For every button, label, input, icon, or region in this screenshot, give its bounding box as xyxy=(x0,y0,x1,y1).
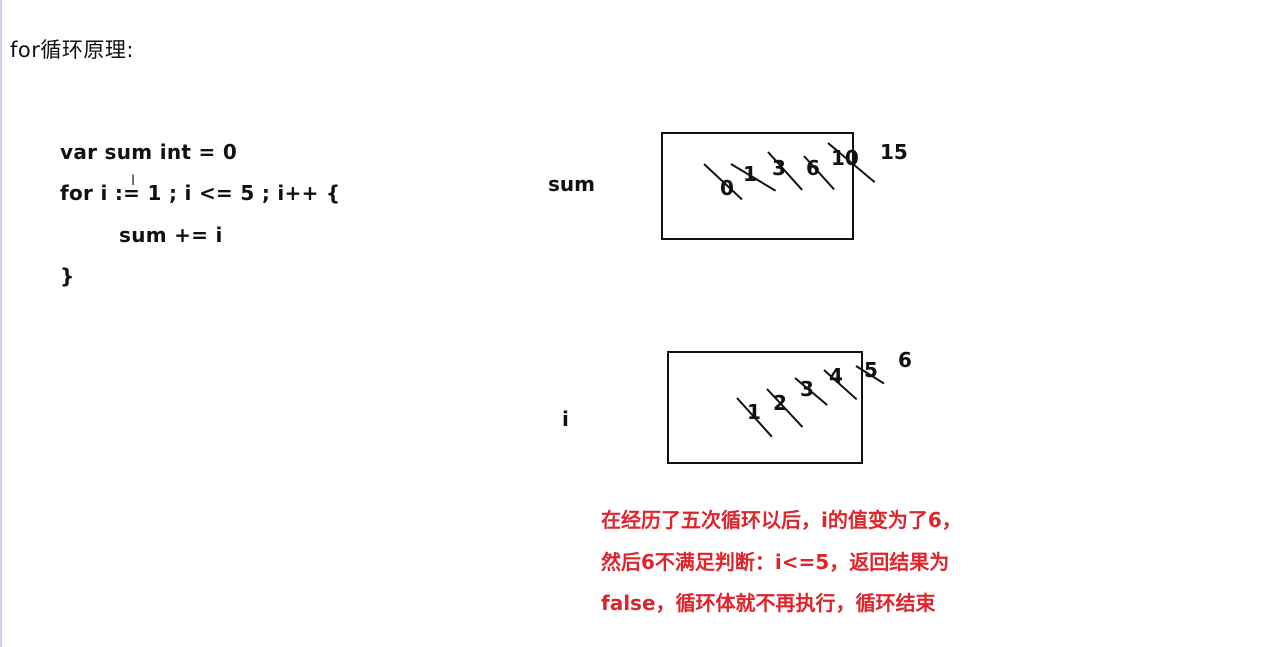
code-line-close-brace: } xyxy=(60,264,75,288)
sum-memory-box xyxy=(661,132,854,240)
explanation-line-1: 在经历了五次循环以后，i的值变为了6， xyxy=(601,508,962,532)
sum-final-value: 15 xyxy=(880,140,908,164)
page-title: for循环原理: xyxy=(10,38,134,62)
i-variable-label: i xyxy=(562,407,569,431)
code-line-body: sum += i xyxy=(119,223,223,247)
text-cursor-icon: I xyxy=(131,173,136,189)
code-line-declaration: var sum int = 0 xyxy=(60,140,238,164)
i-final-value: 6 xyxy=(898,348,912,372)
explanation-line-3: false，循环体就不再执行，循环结束 xyxy=(601,591,936,615)
code-line-for-header: for i := 1 ; i <= 5 ; i++ { xyxy=(60,181,341,205)
sum-variable-label: sum xyxy=(548,172,595,196)
explanation-line-2: 然后6不满足判断：i<=5，返回结果为 xyxy=(601,550,950,574)
window-left-edge xyxy=(0,0,2,647)
